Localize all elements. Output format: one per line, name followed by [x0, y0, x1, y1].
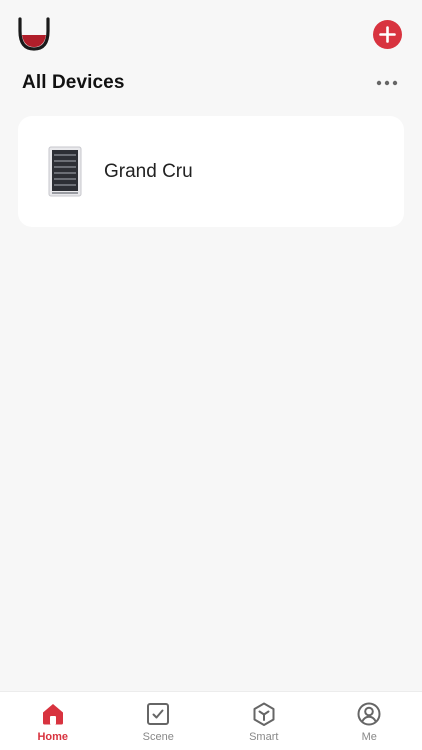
cube-icon — [253, 702, 275, 726]
tab-label: Home — [37, 731, 69, 743]
device-name: Grand Cru — [104, 161, 193, 182]
user-icon — [357, 702, 381, 726]
more-options-button[interactable] — [372, 74, 402, 92]
tab-scene[interactable]: Scene — [106, 692, 212, 750]
device-card[interactable]: Grand Cru — [18, 116, 404, 227]
tab-home[interactable]: Home — [0, 692, 106, 750]
home-icon — [42, 704, 63, 725]
tab-me[interactable]: Me — [317, 692, 422, 750]
checkbox-icon — [147, 703, 170, 725]
tab-bar: Home Scene Smart Me — [0, 691, 422, 750]
wine-cooler-icon — [46, 146, 84, 198]
add-device-button[interactable] — [373, 20, 402, 49]
page-title: All Devices — [22, 72, 125, 93]
wine-glass-icon — [17, 16, 51, 52]
tab-label: Smart — [249, 731, 279, 743]
more-horizontal-icon — [376, 80, 398, 86]
tab-label: Scene — [142, 731, 174, 743]
tab-label: Me — [361, 731, 377, 743]
app-screen: All Devices Grand Cru Home Scene Smart M… — [0, 0, 422, 750]
tab-smart[interactable]: Smart — [211, 692, 317, 750]
plus-icon — [379, 26, 396, 43]
